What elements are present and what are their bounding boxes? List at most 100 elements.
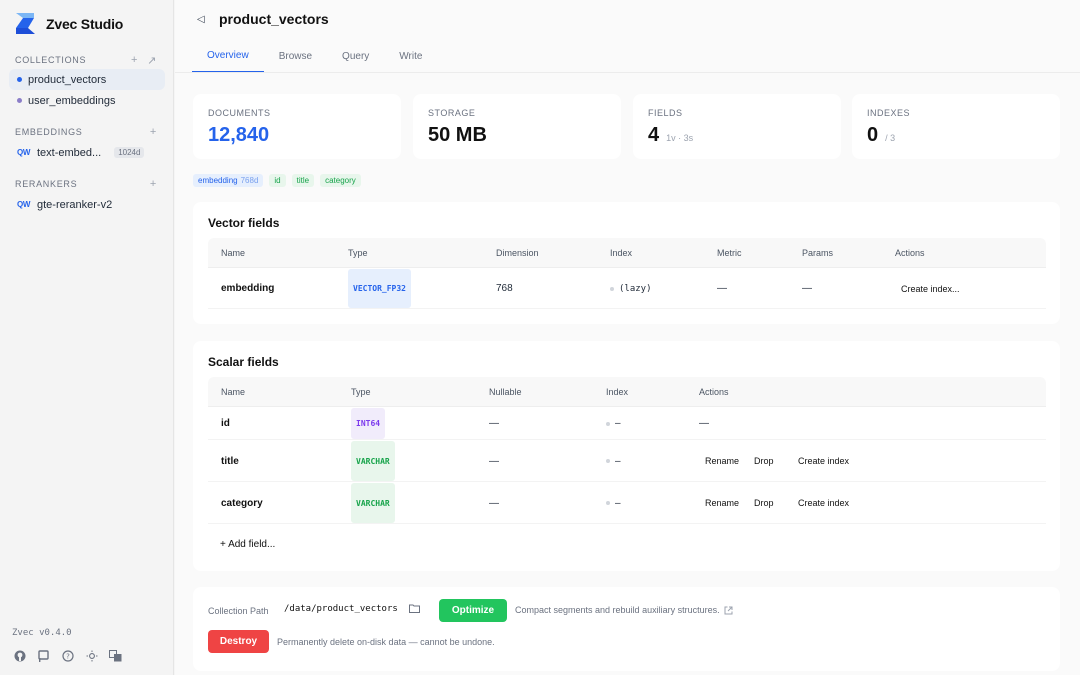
tab-divider [175,72,1080,73]
stat-card-fields: FIELDS 4 1v · 3s [633,94,841,159]
col-dimension: Dimension [496,247,539,258]
stat-label: STORAGE [428,108,476,118]
index-status: (lazy) [619,283,652,294]
table-row: title VARCHAR — – Rename Drop Create ind… [208,441,1046,482]
field-name: category [221,497,263,509]
create-index-button[interactable]: Create index [798,441,849,481]
collection-path: /data/product_vectors [284,604,398,614]
scalar-fields-title: Scalar fields [208,355,279,369]
index-status: – [615,418,621,429]
vector-fields-title: Vector fields [208,216,280,230]
tab-query[interactable]: Query [327,40,384,73]
sidebar-item-gte-reranker[interactable]: QW gte-reranker-v2 [9,194,165,215]
destroy-button[interactable]: Destroy [208,630,269,653]
stat-card-indexes: INDEXES 0 / 3 [852,94,1060,159]
add-field-button[interactable]: + Add field... [220,539,275,550]
col-actions: Actions [895,247,925,258]
collapse-sidebar-icon[interactable]: ◁ [197,14,205,25]
type-badge: INT64 [351,408,386,439]
optimize-button[interactable]: Optimize [439,599,507,622]
external-link-icon[interactable] [724,606,733,615]
footer-toolbar: ? [13,649,122,662]
add-reranker-icon[interactable]: + [150,178,157,190]
col-name: Name [221,247,246,258]
field-name: embedding [221,283,275,294]
tab-write[interactable]: Write [384,40,437,73]
open-external-icon[interactable]: ↗ [147,54,157,67]
create-index-button[interactable]: Create index... [901,269,960,308]
destroy-description: Permanently delete on-disk data — cannot… [277,637,495,647]
zvec-logo-icon [16,13,35,34]
col-actions: Actions [699,386,729,397]
status-dot-icon [606,421,610,426]
field-chips: embedding 768d id title category [193,174,361,187]
stat-value: 4 [648,124,660,146]
theme-icon[interactable] [85,649,98,662]
brand[interactable]: Zvec Studio [15,12,123,35]
field-index: – [606,483,621,523]
field-dimension: 768 [496,283,513,294]
vector-fields-panel: Vector fields Name Type Dimension Index … [193,202,1060,324]
col-nullable: Nullable [489,386,522,397]
maintenance-panel: Collection Path /data/product_vectors Op… [193,587,1060,671]
open-folder-icon[interactable] [409,604,420,613]
language-icon[interactable] [109,649,122,662]
vector-fields-header: Name Type Dimension Index Metric Params … [208,238,1046,268]
field-chip-category: category [320,174,361,187]
status-dot-icon [606,459,610,463]
tab-bar: Overview Browse Query Write [192,40,437,73]
rename-button[interactable]: Rename [705,441,739,481]
help-icon[interactable]: ? [61,649,74,662]
add-collection-icon[interactable]: + [131,54,138,67]
drop-button[interactable]: Drop [754,441,774,481]
field-nullable: — [489,455,499,467]
sidebar-item-label: user_embeddings [28,94,116,107]
type-badge: VECTOR_FP32 [348,269,411,308]
tab-browse[interactable]: Browse [264,40,327,73]
topbar: ◁ product_vectors [175,0,1080,40]
col-name: Name [221,386,246,397]
stat-card-documents: DOCUMENTS 12,840 [193,94,401,159]
field-nullable: — [489,418,499,429]
field-chip-embedding: embedding 768d [193,174,264,187]
col-params: Params [802,247,834,258]
flag-icon[interactable] [37,649,50,662]
rename-button[interactable]: Rename [705,483,739,523]
stat-value: 50 MB [428,124,487,146]
col-index: Index [606,386,629,397]
sidebar-item-label: gte-reranker-v2 [37,198,113,211]
sidebar-item-user-embeddings[interactable]: user_embeddings [9,90,165,111]
status-dot-icon [606,501,610,505]
scalar-fields-header: Name Type Nullable Index Actions [208,377,1046,407]
qwen-provider-icon: QW [17,148,31,157]
tab-overview[interactable]: Overview [192,40,264,73]
stat-sub: 1v · 3s [666,133,694,143]
dimension-badge: 1024d [114,147,145,158]
rerankers-header: RERANKERS + [15,177,157,191]
version-label: Zvec v0.4.0 [12,628,72,638]
sidebar-item-product-vectors[interactable]: product_vectors [9,69,165,90]
embeddings-heading: EMBEDDINGS [15,127,83,137]
field-name: title [221,455,239,467]
add-embedding-icon[interactable]: + [150,126,157,138]
sidebar-item-text-embed[interactable]: QW text-embed... 1024d [9,142,165,163]
field-params: — [802,283,812,294]
col-index: Index [610,247,633,258]
page-title: product_vectors [219,11,329,27]
github-icon[interactable] [13,649,26,662]
sidebar-item-label: text-embed... [37,146,102,159]
col-metric: Metric [717,247,742,258]
svg-text:?: ? [66,652,70,660]
drop-button[interactable]: Drop [754,483,774,523]
create-index-button[interactable]: Create index [798,483,849,523]
table-row: embedding VECTOR_FP32 768 (lazy) — — Cre… [208,269,1046,309]
embeddings-header: EMBEDDINGS + [15,125,157,139]
qwen-provider-icon: QW [17,200,31,209]
index-status: – [615,455,621,467]
col-type: Type [351,386,371,397]
stat-sub: / 3 [885,133,896,143]
main-content: ◁ product_vectors Overview Browse Query … [175,0,1080,675]
app-name: Zvec Studio [46,15,124,32]
stat-card-storage: STORAGE 50 MB [413,94,621,159]
sidebar: Zvec Studio COLLECTIONS + ↗ product_vect… [0,0,174,675]
